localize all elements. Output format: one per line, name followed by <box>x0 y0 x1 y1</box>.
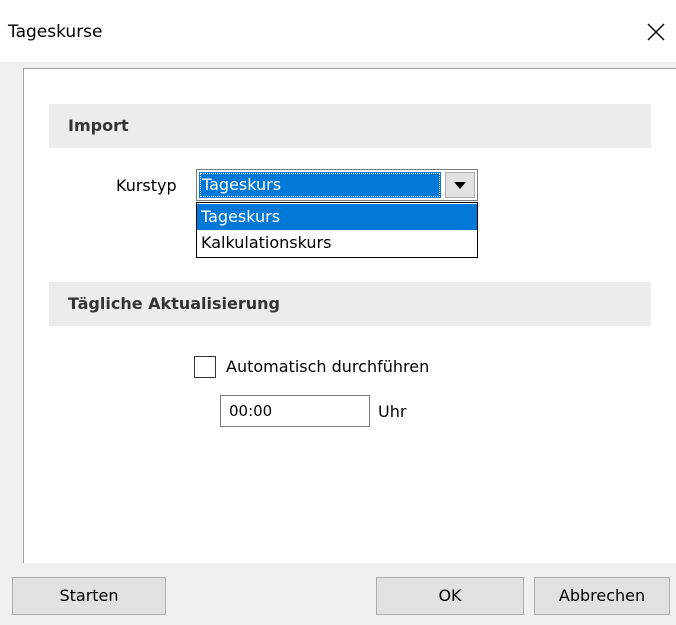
kurstyp-label: Kurstyp <box>116 176 177 195</box>
kurstyp-option-kalkulationskurs[interactable]: Kalkulationskurs <box>197 230 477 256</box>
kurstyp-selected-value: Tageskurs <box>199 172 441 198</box>
kurstyp-combobox[interactable]: Tageskurs <box>196 169 478 201</box>
kurstyp-dropdown-list: Tageskurs Kalkulationskurs <box>196 202 478 258</box>
time-unit-label: Uhr <box>378 402 407 421</box>
ok-button[interactable]: OK <box>376 577 524 615</box>
kurstyp-dropdown-button[interactable] <box>445 172 475 198</box>
update-time-input[interactable] <box>220 395 370 427</box>
content-panel: Import Kurstyp Tageskurs Tageskurs Kalku… <box>23 68 676 563</box>
cancel-button[interactable]: Abbrechen <box>534 577 670 615</box>
start-button[interactable]: Starten <box>12 577 166 615</box>
tageskurse-dialog: Tageskurse Import Kurstyp Tageskurs Tage… <box>0 0 676 625</box>
import-section-header: Import <box>49 104 651 148</box>
close-icon <box>647 23 665 41</box>
title-bar: Tageskurse <box>0 0 676 62</box>
close-button[interactable] <box>640 16 672 48</box>
kurstyp-option-tageskurs[interactable]: Tageskurs <box>197 204 477 230</box>
auto-update-label: Automatisch durchführen <box>226 357 430 376</box>
update-section-header: Tägliche Aktualisierung <box>49 282 651 326</box>
caret-down-icon <box>454 182 466 189</box>
dialog-client-area: Import Kurstyp Tageskurs Tageskurs Kalku… <box>0 62 676 625</box>
window-title: Tageskurse <box>8 22 103 42</box>
auto-update-checkbox[interactable] <box>194 356 216 378</box>
